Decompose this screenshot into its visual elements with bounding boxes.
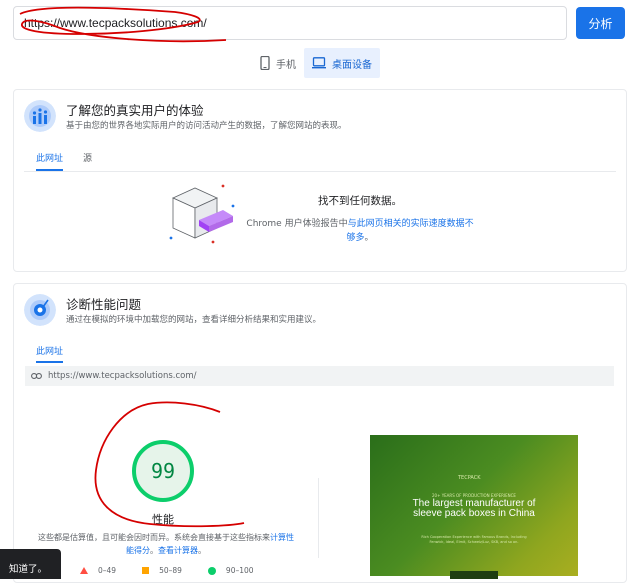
preview-small-text: Rich Cooperation Experience with Famous … bbox=[421, 535, 527, 544]
tab-divider bbox=[24, 171, 616, 172]
triangle-icon bbox=[80, 567, 88, 574]
no-data-prefix: Chrome 用户体验报告中 bbox=[246, 219, 348, 229]
tab-origin[interactable]: 源 bbox=[83, 151, 92, 164]
card-subtitle: 通过在模拟的环境中加载您的网站，查看详细分析结果和实用建议。 bbox=[66, 315, 322, 325]
preview-headline: The largest manufacturer of sleeve pack … bbox=[412, 498, 536, 519]
vertical-divider bbox=[318, 478, 319, 558]
tab-this-url[interactable]: 此网址 bbox=[36, 151, 63, 164]
url-input[interactable] bbox=[13, 6, 567, 40]
users-icon bbox=[24, 100, 56, 132]
device-tabs: 手机 桌面设备 bbox=[252, 48, 380, 78]
card-subtitle: 基于由您的世界各地实际用户的访问活动产生的数据，了解您网站的表现。 bbox=[66, 121, 347, 131]
tested-url-bar: https://www.tecpacksolutions.com/ bbox=[25, 366, 614, 386]
no-data-suffix: 。 bbox=[364, 233, 374, 243]
performance-score-gauge: 99 bbox=[132, 440, 194, 502]
empty-box-illustration bbox=[169, 184, 235, 244]
estimate-prefix: 这些都是估算值，且可能会因时而异。系统会直接基于这些指标来 bbox=[38, 533, 270, 542]
circle-icon bbox=[207, 566, 216, 575]
tested-url: https://www.tecpacksolutions.com/ bbox=[48, 371, 197, 381]
page-screenshot-thumbnail: TECPACK 20+ YEARS OF PRODUCTION EXPERIEN… bbox=[370, 435, 578, 579]
performance-label: 性能 bbox=[152, 513, 174, 526]
tab-mobile[interactable]: 手机 bbox=[252, 48, 304, 78]
desktop-icon bbox=[312, 57, 326, 69]
phone-icon bbox=[260, 56, 270, 70]
analyze-button[interactable]: 分析 bbox=[576, 7, 625, 39]
score-legend: 0–49 50–89 90–100 bbox=[80, 566, 280, 575]
performance-score: 99 bbox=[150, 459, 176, 483]
estimate-mid: 。 bbox=[150, 546, 158, 555]
legend-fail: 0–49 bbox=[80, 566, 116, 575]
square-icon bbox=[142, 567, 150, 574]
calculator-link[interactable]: 查看计算器 bbox=[158, 546, 198, 555]
tab-desktop[interactable]: 桌面设备 bbox=[304, 48, 380, 78]
card-title: 了解您的真实用户的体验 bbox=[66, 103, 204, 118]
legend-pass: 90–100 bbox=[207, 566, 254, 575]
tab-mobile-label: 手机 bbox=[276, 59, 296, 71]
no-data-title: 找不到任何数据。 bbox=[318, 195, 402, 207]
card-title: 诊断性能问题 bbox=[66, 297, 142, 312]
tab-desktop-label: 桌面设备 bbox=[332, 59, 372, 71]
estimate-note: 这些都是估算值，且可能会因时而异。系统会直接基于这些指标来计算性能得分。查看计算… bbox=[36, 531, 296, 557]
legend-average-label: 50–89 bbox=[159, 566, 182, 575]
link-icon bbox=[31, 373, 42, 379]
url-form: 分析 bbox=[13, 6, 627, 40]
tab-underline bbox=[36, 361, 63, 363]
estimate-suffix: 。 bbox=[198, 546, 206, 555]
no-data-message: Chrome 用户体验报告中与此网页相关的实际速度数据不够多。 bbox=[244, 217, 476, 245]
got-it-toast[interactable]: 知道了。 bbox=[0, 549, 61, 579]
legend-pass-label: 90–100 bbox=[225, 566, 254, 575]
legend-fail-label: 0–49 bbox=[98, 566, 117, 575]
preview-brand: TECPACK bbox=[458, 475, 481, 481]
tab-this-url[interactable]: 此网址 bbox=[36, 344, 63, 357]
lighthouse-icon bbox=[24, 294, 56, 326]
legend-average: 50–89 bbox=[142, 566, 182, 575]
preview-button bbox=[450, 571, 498, 579]
